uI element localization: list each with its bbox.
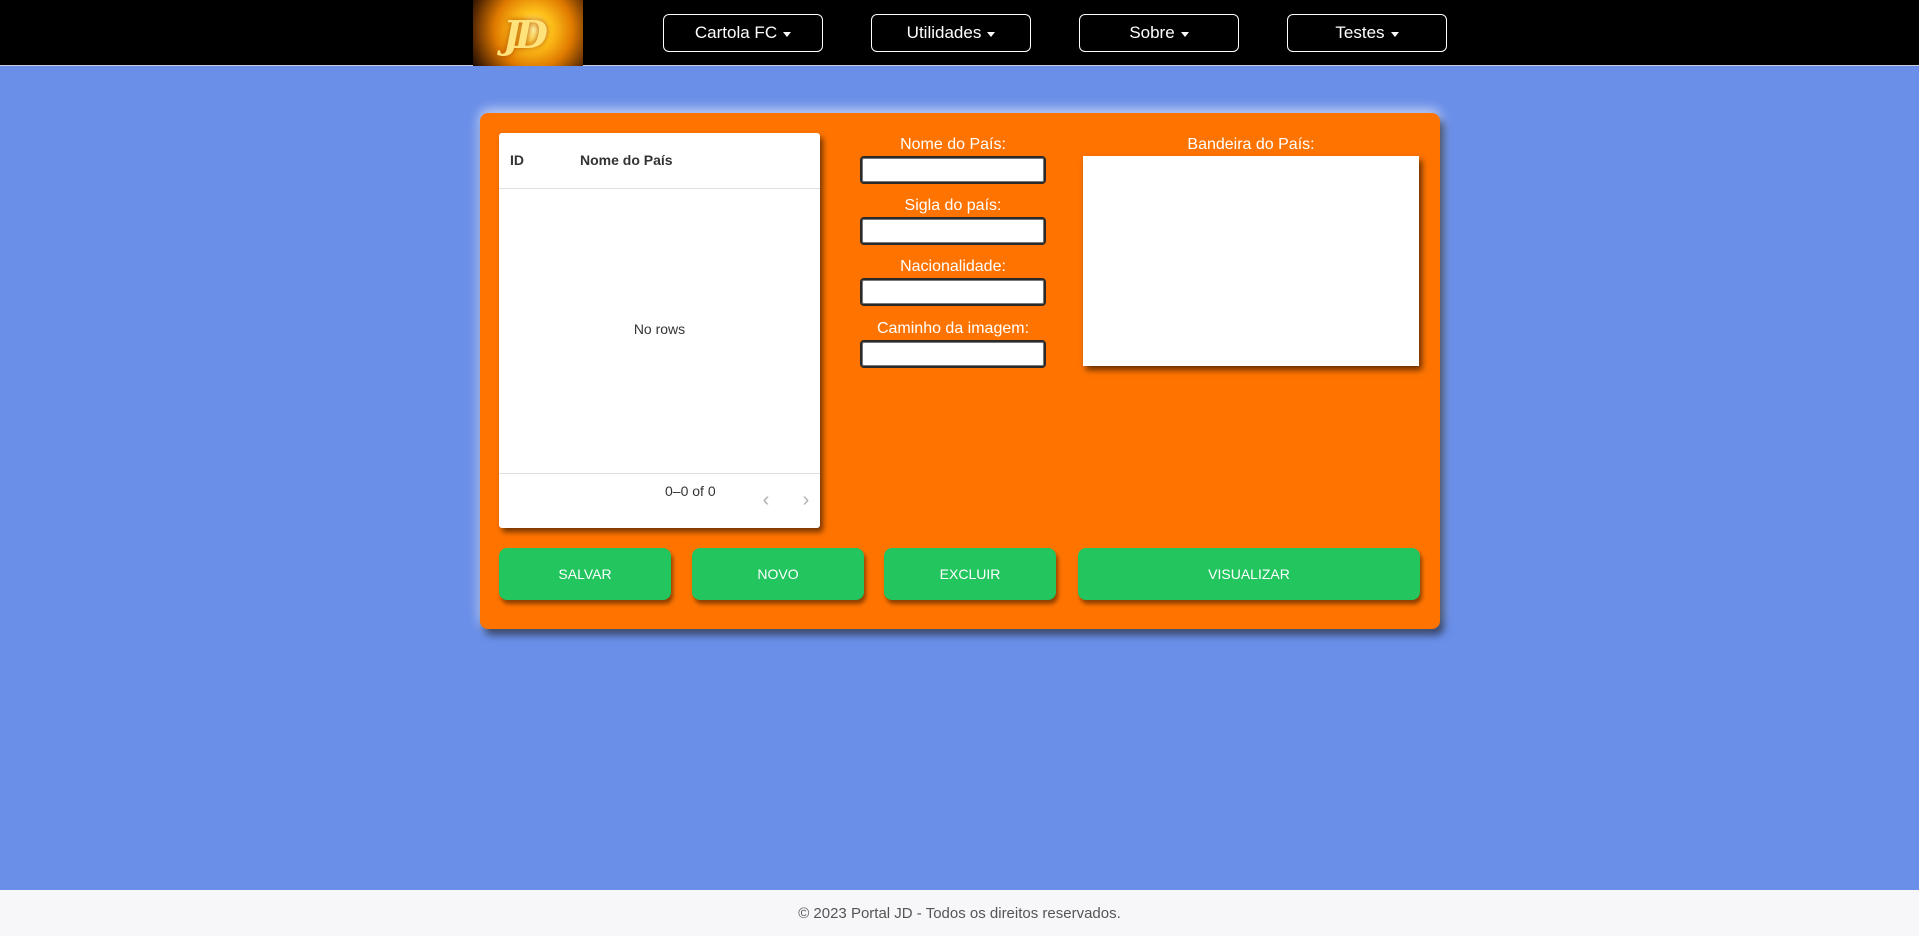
nacionalidade-input[interactable] <box>860 278 1046 306</box>
logo[interactable]: JD <box>473 0 583 66</box>
chevron-left-icon[interactable]: ‹ <box>754 488 778 512</box>
caret-down-icon <box>783 31 792 37</box>
menu-utilidades[interactable]: Utilidades <box>871 14 1031 52</box>
country-form-panel: ID Nome do País No rows 0–0 of 0 ‹ › Nom… <box>480 113 1440 629</box>
caret-down-icon <box>1390 31 1399 37</box>
caminho-imagem-label: Caminho da imagem: <box>876 320 1030 337</box>
top-navbar: JD Cartola FC Utilidades Sobre Testes <box>0 0 1919 66</box>
countries-data-grid: ID Nome do País No rows 0–0 of 0 ‹ › <box>499 133 820 528</box>
pagination-count: 0–0 of 0 <box>665 483 716 499</box>
bandeira-label: Bandeira do País: <box>1187 136 1315 153</box>
nome-pais-label: Nome do País: <box>900 136 1006 153</box>
excluir-button[interactable]: EXCLUIR <box>884 548 1056 600</box>
menu-utilidades-label: Utilidades <box>906 23 982 42</box>
menu-cartola-fc[interactable]: Cartola FC <box>663 14 823 52</box>
menu-testes-label: Testes <box>1335 23 1385 42</box>
caret-down-icon <box>1180 31 1189 37</box>
column-header-nome[interactable]: Nome do País <box>580 152 673 168</box>
footer-copyright: © 2023 Portal JD - Todos os direitos res… <box>798 904 1121 922</box>
menu-sobre-label: Sobre <box>1129 23 1175 42</box>
caminho-imagem-input[interactable] <box>860 340 1046 368</box>
grid-header: ID Nome do País <box>499 133 820 189</box>
grid-empty-message: No rows <box>633 321 686 337</box>
nacionalidade-label: Nacionalidade: <box>900 258 1006 275</box>
sigla-pais-input[interactable] <box>860 217 1046 245</box>
footer: © 2023 Portal JD - Todos os direitos res… <box>0 890 1919 936</box>
grid-footer: 0–0 of 0 ‹ › <box>499 473 820 528</box>
nome-pais-input[interactable] <box>860 156 1046 184</box>
menu-sobre[interactable]: Sobre <box>1079 14 1239 52</box>
novo-button[interactable]: NOVO <box>692 548 864 600</box>
column-header-id[interactable]: ID <box>510 152 524 168</box>
flag-preview <box>1083 156 1419 366</box>
visualizar-button[interactable]: VISUALIZAR <box>1078 548 1420 600</box>
caret-down-icon <box>987 31 996 37</box>
menu-cartola-fc-label: Cartola FC <box>694 23 778 42</box>
menu-testes[interactable]: Testes <box>1287 14 1447 52</box>
salvar-button[interactable]: SALVAR <box>499 548 671 600</box>
sigla-pais-label: Sigla do país: <box>904 197 1002 214</box>
chevron-right-icon[interactable]: › <box>794 488 818 512</box>
logo-text: JD <box>503 12 548 57</box>
